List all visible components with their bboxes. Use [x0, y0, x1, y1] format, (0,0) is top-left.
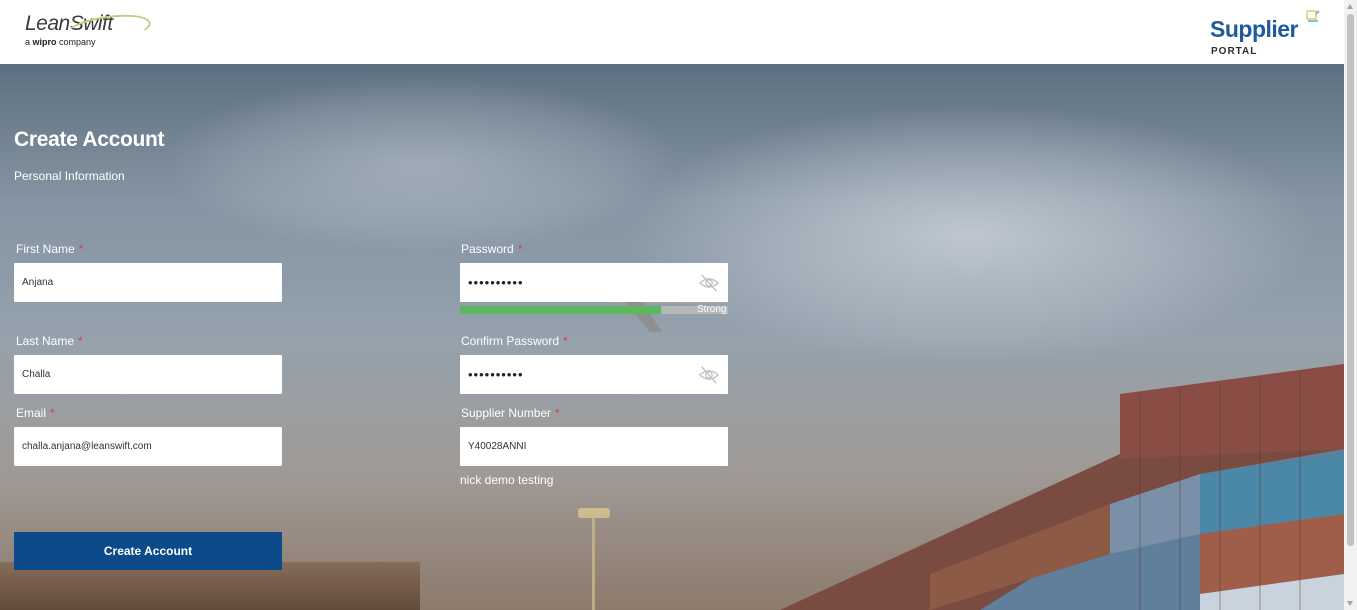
- eye-slash-icon[interactable]: [698, 364, 720, 386]
- scroll-down-arrow-icon[interactable]: [1347, 601, 1353, 606]
- required-marker: *: [517, 242, 523, 256]
- supplier-logo-text: Supplier: [1210, 16, 1299, 42]
- confirm-password-label: Confirm Password *: [461, 334, 568, 348]
- required-marker: *: [563, 334, 568, 348]
- background-image: [0, 64, 1344, 610]
- label-text: Email: [16, 406, 47, 420]
- label-text: Confirm Password: [461, 334, 560, 348]
- page-title: Create Account: [14, 128, 165, 151]
- password-label: Password *: [461, 242, 522, 256]
- password-strength-fill: [460, 306, 661, 314]
- label-text: Supplier Number: [461, 406, 552, 420]
- scroll-up-arrow-icon[interactable]: [1347, 4, 1353, 9]
- password-field[interactable]: ••••••••••: [460, 263, 728, 302]
- vertical-scrollbar[interactable]: [1344, 0, 1357, 610]
- portal-logo-text: PORTAL: [1211, 46, 1258, 57]
- confirm-password-value: ••••••••••: [468, 367, 524, 382]
- tagline-bold: wipro: [32, 37, 57, 47]
- confirm-password-field[interactable]: ••••••••••: [460, 355, 728, 394]
- supplier-number-field[interactable]: Y40028ANNI: [460, 427, 728, 466]
- supplier-number-label: Supplier Number *: [461, 406, 560, 420]
- header: LeanSwift a wipro company Supplier PORTA…: [0, 0, 1344, 64]
- first-name-field[interactable]: Anjana: [14, 263, 282, 302]
- required-marker: *: [78, 334, 83, 348]
- first-name-value: Anjana: [22, 277, 54, 288]
- create-account-button[interactable]: Create Account: [14, 532, 282, 570]
- password-value: ••••••••••: [468, 275, 524, 290]
- eye-slash-icon[interactable]: [698, 272, 720, 294]
- cart-icon: [1306, 10, 1320, 22]
- supplier-portal-logo: Supplier PORTAL: [1210, 8, 1330, 58]
- last-name-value: Challa: [22, 369, 51, 380]
- first-name-label: First Name *: [16, 242, 83, 256]
- light-pole-image: [592, 514, 595, 610]
- last-name-field[interactable]: Challa: [14, 355, 282, 394]
- label-text: First Name: [16, 242, 75, 256]
- required-marker: *: [555, 406, 560, 420]
- label-text: Password: [461, 242, 514, 256]
- label-text: Last Name: [16, 334, 75, 348]
- leanswift-logo: LeanSwift a wipro company: [25, 10, 153, 48]
- password-strength-bar: [460, 306, 728, 314]
- email-field[interactable]: challa.anjana@leanswift.com: [14, 427, 282, 466]
- password-strength-label: Strong: [697, 304, 727, 315]
- tagline-prefix: a: [25, 37, 33, 47]
- required-marker: *: [78, 242, 84, 256]
- required-marker: *: [50, 406, 55, 420]
- supplier-name-text: nick demo testing: [460, 473, 554, 487]
- cloud: [160, 74, 680, 254]
- scrollbar-thumb[interactable]: [1347, 14, 1354, 546]
- email-value: challa.anjana@leanswift.com: [22, 441, 152, 452]
- email-label: Email *: [16, 406, 55, 420]
- supplier-number-value: Y40028ANNI: [468, 441, 527, 452]
- section-subtitle: Personal Information: [14, 169, 125, 183]
- last-name-label: Last Name *: [16, 334, 83, 348]
- shipping-containers-image: [780, 364, 1344, 610]
